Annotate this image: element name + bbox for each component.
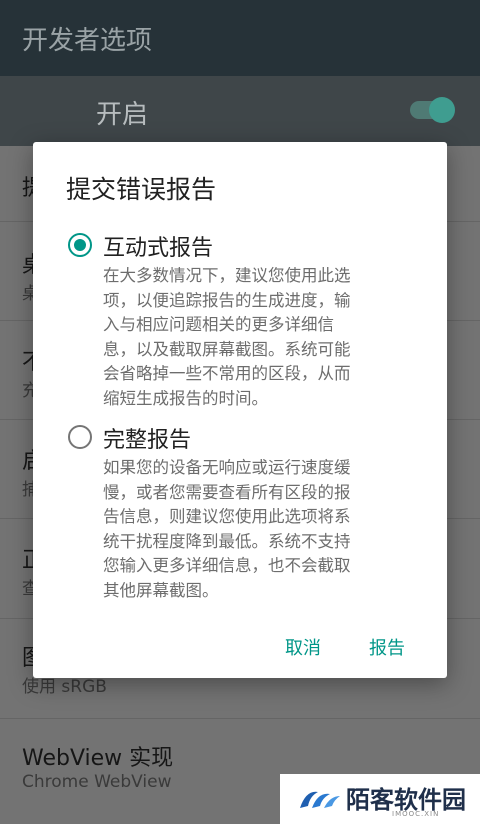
description-line: 息，以及截取屏幕截图。系统可能 <box>103 339 351 359</box>
cancel-button[interactable]: 取消 <box>279 630 327 664</box>
description-line: 项，以便追踪报告的生成进度，输 <box>103 290 351 310</box>
watermark: 陌客软件园 IMOOC.XIN <box>280 774 480 824</box>
option-description: 如果您的设备无响应或运行速度缓 慢，或者您需要查看所有区段的报 告信息，则建议您… <box>103 456 421 603</box>
description-line: 如果您的设备无响应或运行速度缓 <box>103 458 351 477</box>
page-title: 开发者选项 <box>22 26 153 56</box>
description-line: 告信息，则建议您使用此选项将系 <box>103 507 351 526</box>
description-line: 会省略掉一些不常用的区段，从而 <box>103 364 351 383</box>
option-description: 在大多数情况下，建议您使用此选 项，以便追踪报告的生成进度，输 入与相应问题相关… <box>103 264 421 411</box>
radio-button-unchecked[interactable] <box>68 425 92 449</box>
option-full-report[interactable]: 完整报告 如果您的设备无响应或运行速度缓 慢，或者您需要查看所有区段的报 告信息… <box>33 422 447 600</box>
option-interactive-report[interactable]: 互动式报告 在大多数情况下，建议您使用此选 项，以便追踪报告的生成进度，输 入与… <box>33 230 447 408</box>
master-switch-thumb[interactable] <box>429 97 455 123</box>
watermark-subtext: IMOOC.XIN <box>392 810 440 818</box>
description-line: 您输入更多详细信息，也不会截取 <box>103 556 351 575</box>
bug-report-dialog: 提交错误报告 互动式报告 在大多数情况下，建议您使用此选 项，以便追踪报告的生成… <box>33 142 447 678</box>
description-line: 其他屏幕截图。 <box>103 580 219 600</box>
option-label: 互动式报告 <box>103 236 214 261</box>
description-line: 慢，或者您需要查看所有区段的报 <box>103 482 351 502</box>
master-switch-row[interactable]: 开启 <box>0 76 480 146</box>
setting-title: WebView 实现 <box>22 746 174 771</box>
description-line: 在大多数情况下，建议您使用此选 <box>103 266 351 285</box>
option-label: 完整报告 <box>103 428 192 453</box>
dialog-title: 提交错误报告 <box>66 175 217 204</box>
description-line: 统干扰程度降到最低。系统不支持 <box>103 531 351 551</box>
description-line: 缩短生成报告的时间。 <box>103 388 268 408</box>
report-button[interactable]: 报告 <box>363 630 411 664</box>
watermark-logo-icon <box>300 791 340 808</box>
radio-button-checked[interactable] <box>68 233 92 257</box>
app-bar: 开发者选项 <box>0 0 480 76</box>
master-switch-label: 开启 <box>96 100 149 130</box>
setting-summary: Chrome WebView <box>22 772 172 792</box>
description-line: 入与相应问题相关的更多详细信 <box>103 315 334 334</box>
